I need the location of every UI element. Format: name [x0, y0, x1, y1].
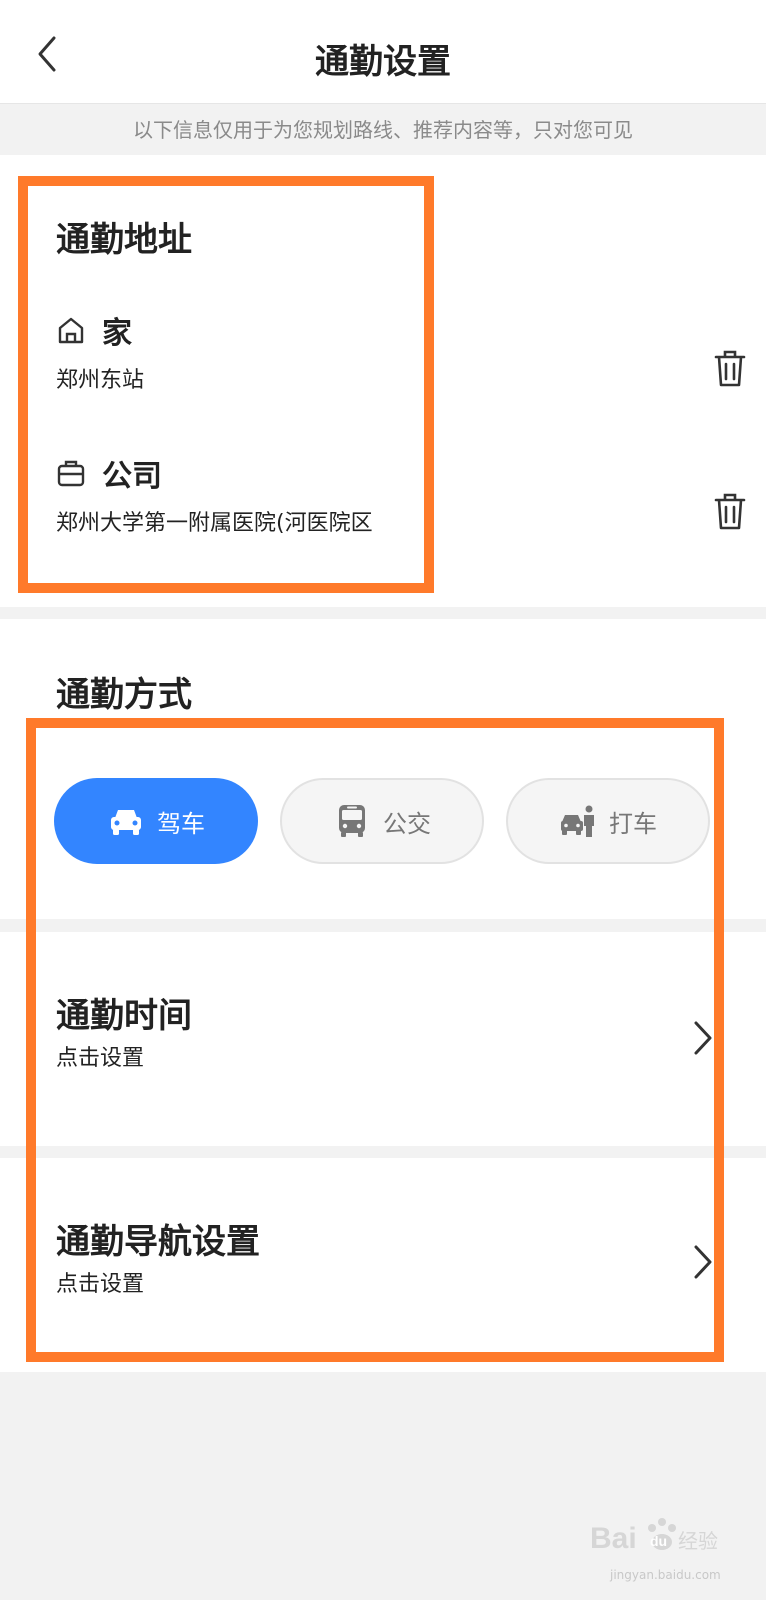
commute-mode-card: 通勤方式 驾车 公交 打车	[0, 619, 766, 919]
trash-icon	[714, 493, 746, 530]
svg-text:经验: 经验	[678, 1529, 718, 1553]
home-icon	[58, 317, 84, 344]
briefcase-icon	[57, 460, 85, 487]
mode-bus-button[interactable]: 公交	[280, 778, 484, 864]
privacy-notice: 以下信息仅用于为您规划路线、推荐内容等，只对您可见	[0, 105, 766, 155]
home-address-row[interactable]: 家 郑州东站	[56, 310, 746, 394]
mode-drive-button[interactable]: 驾车	[54, 778, 258, 864]
mode-taxi-button[interactable]: 打车	[506, 778, 710, 864]
commute-time-subtitle: 点击设置	[56, 1046, 145, 1071]
mode-bus-label: 公交	[383, 809, 431, 838]
svg-text:du: du	[650, 1533, 667, 1549]
commute-time-title: 通勤时间	[56, 996, 192, 1036]
baidu-jingyan-watermark: Bai du 经验	[590, 1518, 718, 1555]
commute-nav-settings-row[interactable]: 通勤导航设置 点击设置	[0, 1158, 766, 1372]
home-address-value: 郑州东站	[56, 368, 145, 393]
page-title: 通勤设置	[315, 42, 451, 82]
delete-home-button[interactable]	[714, 350, 746, 388]
svg-text:Bai: Bai	[590, 1522, 637, 1555]
car-icon	[111, 810, 141, 835]
address-section-title: 通勤地址	[56, 220, 192, 260]
work-address-value: 郑州大学第一附属医院(河医院区	[56, 511, 373, 536]
address-card: 通勤地址 家 郑州东站 公司 郑州大学第一附属医院(河医院区	[0, 155, 766, 607]
commute-time-row[interactable]: 通勤时间 点击设置	[0, 932, 766, 1146]
mode-taxi-label: 打车	[609, 809, 657, 838]
trash-icon	[714, 350, 746, 387]
work-address-row[interactable]: 公司 郑州大学第一附属医院(河医院区	[56, 453, 746, 537]
work-label: 公司	[102, 459, 162, 494]
chevron-right-icon	[694, 1245, 712, 1279]
taxi-icon	[561, 805, 594, 837]
bus-icon	[339, 805, 365, 837]
watermark-url: jingyan.baidu.com	[610, 1568, 721, 1582]
top-bar: 通勤设置	[0, 0, 766, 104]
mode-drive-label: 驾车	[157, 809, 205, 838]
home-label: 家	[102, 316, 132, 351]
commute-nav-title: 通勤导航设置	[56, 1222, 260, 1262]
chevron-right-icon	[694, 1021, 712, 1055]
mode-section-title: 通勤方式	[56, 675, 192, 715]
commute-nav-subtitle: 点击设置	[56, 1272, 145, 1297]
delete-work-button[interactable]	[714, 493, 746, 531]
